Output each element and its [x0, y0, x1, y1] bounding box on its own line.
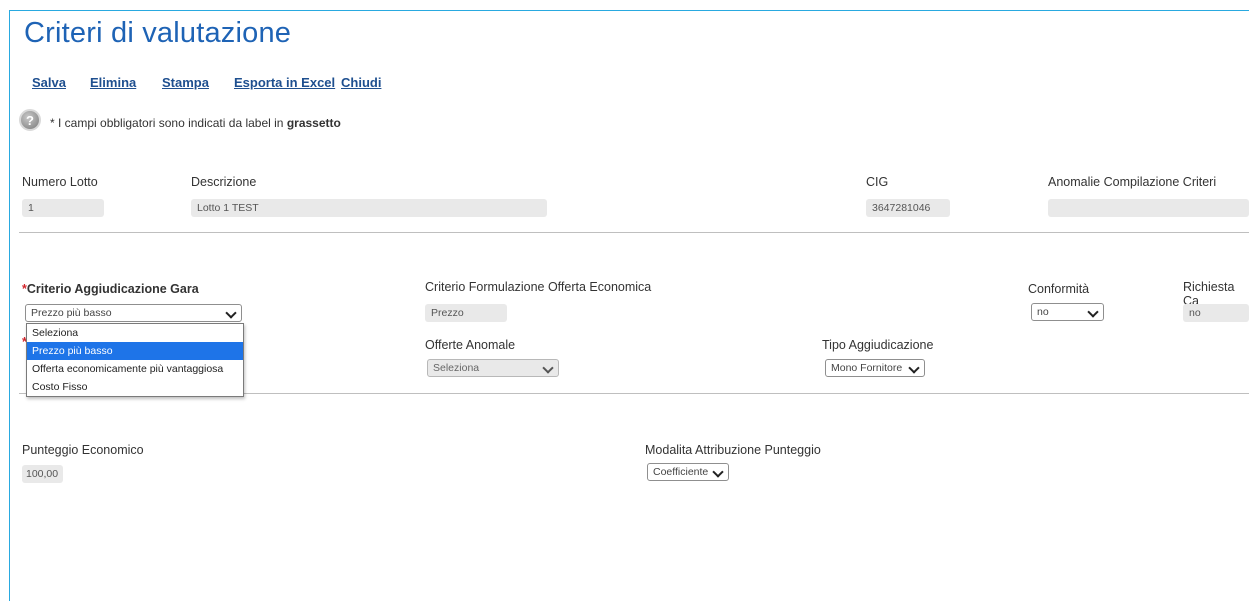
descrizione-field: Lotto 1 TEST: [191, 199, 547, 217]
tipo-aggiudicazione-label: Tipo Aggiudicazione: [822, 338, 934, 352]
numero-lotto-field: 1: [22, 199, 104, 217]
stampa-link[interactable]: Stampa: [162, 75, 209, 90]
offerte-anomale-label: Offerte Anomale: [425, 338, 516, 352]
help-icon[interactable]: ?: [19, 109, 41, 131]
elimina-link[interactable]: Elimina: [90, 75, 136, 90]
dropdown-option[interactable]: Seleziona: [27, 324, 243, 342]
chevron-down-icon: [1087, 306, 1099, 318]
modalita-select[interactable]: Coefficiente: [647, 463, 729, 481]
aggiudicazione-select[interactable]: Prezzo più basso: [25, 304, 242, 322]
conformita-label: Conformità: [1028, 282, 1090, 296]
formulazione-label: Criterio Formulazione Offerta Economica: [425, 280, 652, 294]
aggiudicazione-label-text: Criterio Aggiudicazione Gara: [26, 282, 199, 296]
mandatory-note-text: * I campi obbligatori sono indicati da l…: [50, 116, 287, 130]
chevron-down-icon: [542, 362, 554, 374]
esporta-excel-link[interactable]: Esporta in Excel: [234, 75, 335, 90]
mandatory-note-bold: grassetto: [286, 116, 341, 130]
richiesta-field: no: [1183, 304, 1249, 322]
salva-link[interactable]: Salva: [32, 75, 66, 90]
offerte-anomale-select[interactable]: Seleziona: [427, 359, 559, 377]
aggiudicazione-label: *Criterio Aggiudicazione Gara: [22, 282, 199, 296]
chevron-down-icon: [908, 362, 920, 374]
divider: [19, 232, 1249, 233]
cig-field: 3647281046: [866, 199, 950, 217]
dropdown-option[interactable]: Offerta economicamente più vantaggiosa: [27, 360, 243, 378]
page-title: Criteri di valutazione: [24, 17, 292, 49]
punteggio-economico-label: Punteggio Economico: [22, 443, 144, 457]
conformita-select-value: no: [1037, 306, 1049, 318]
offerte-anomale-value: Seleziona: [433, 362, 480, 374]
tipo-aggiudicazione-value: Mono Fornitore: [831, 362, 903, 374]
anomalie-field: [1048, 199, 1249, 217]
chevron-down-icon: [712, 466, 724, 478]
chiudi-link[interactable]: Chiudi: [341, 75, 381, 90]
descrizione-label: Descrizione: [191, 175, 257, 189]
aggiudicazione-select-value: Prezzo più basso: [31, 307, 112, 319]
modalita-value: Coefficiente: [653, 466, 709, 478]
tipo-aggiudicazione-select[interactable]: Mono Fornitore: [825, 359, 925, 377]
dropdown-option-selected[interactable]: Prezzo più basso: [27, 342, 243, 360]
numero-lotto-label: Numero Lotto: [22, 175, 98, 189]
conformita-select[interactable]: no: [1031, 303, 1104, 321]
formulazione-field: Prezzo: [425, 304, 507, 322]
dropdown-option[interactable]: Costo Fisso: [27, 378, 243, 396]
punteggio-economico-field: 100,00: [22, 465, 63, 483]
aggiudicazione-dropdown: Seleziona Prezzo più basso Offerta econo…: [26, 323, 244, 397]
modalita-label: Modalita Attribuzione Punteggio: [645, 443, 821, 457]
cig-label: CIG: [866, 175, 889, 189]
mandatory-note: * I campi obbligatori sono indicati da l…: [50, 116, 341, 130]
anomalie-label: Anomalie Compilazione Criteri: [1048, 175, 1217, 189]
chevron-down-icon: [225, 307, 237, 319]
